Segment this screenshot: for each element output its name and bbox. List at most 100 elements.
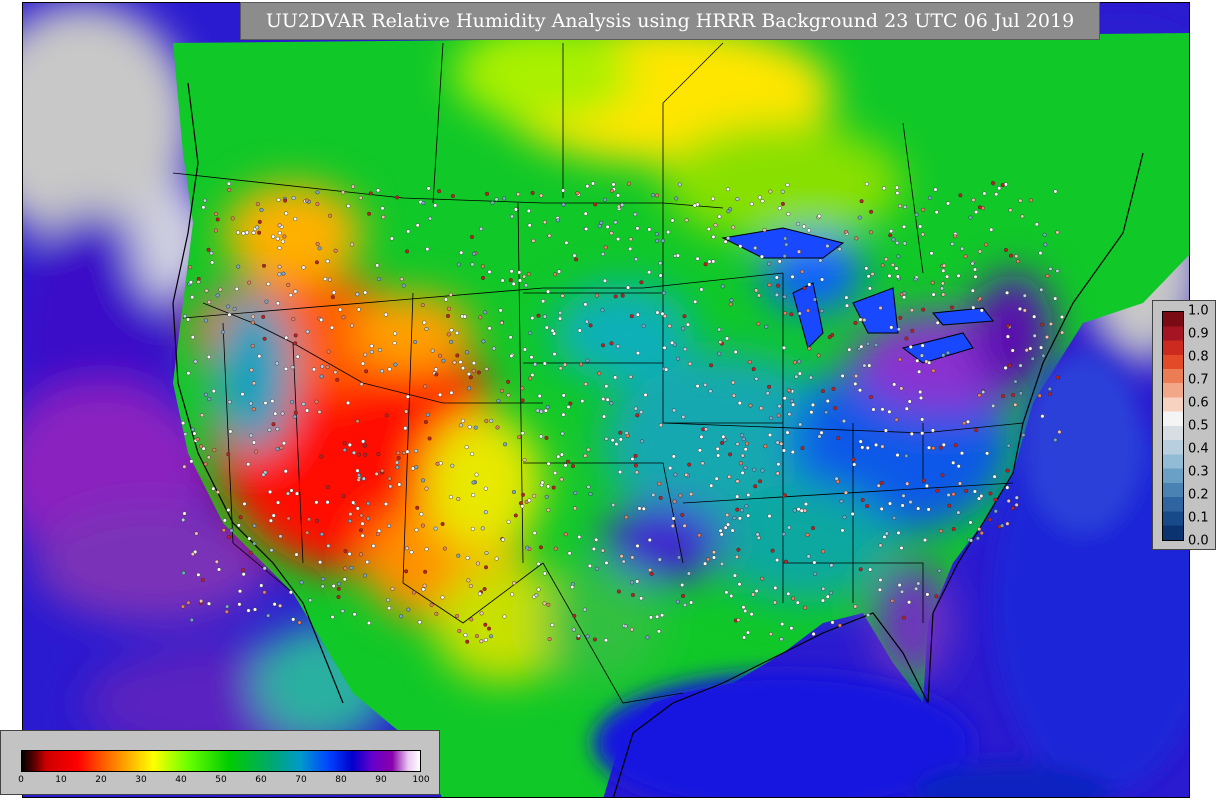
observation-dot — [842, 419, 847, 424]
observation-dot — [725, 513, 730, 518]
observation-dot — [805, 532, 810, 537]
observation-dot — [541, 299, 546, 304]
observation-dot — [189, 618, 194, 623]
observation-dot — [227, 312, 232, 317]
observation-dot — [293, 341, 298, 346]
observation-dot — [352, 450, 357, 455]
observation-dot — [816, 353, 821, 358]
observation-dot — [858, 567, 863, 572]
observation-dot — [462, 314, 467, 319]
observation-dot — [729, 594, 734, 599]
observation-dot — [681, 326, 686, 331]
observation-dot — [434, 611, 439, 616]
observation-dot — [892, 382, 897, 387]
observation-dot — [386, 598, 391, 603]
rh-tick-label: 20 — [95, 775, 107, 785]
observation-dot — [879, 480, 884, 485]
increment-tick-label: 0.7 — [1188, 372, 1209, 388]
observation-dot — [485, 191, 490, 196]
observation-dot — [767, 261, 772, 266]
observation-dot — [752, 467, 757, 472]
observation-dot — [584, 226, 589, 231]
observation-dot — [925, 592, 930, 597]
observation-dot — [564, 240, 569, 245]
observation-dot — [601, 343, 606, 348]
observation-dot — [222, 518, 227, 523]
observation-dot — [697, 448, 702, 453]
observation-dot — [355, 468, 360, 473]
observation-dot — [737, 401, 742, 406]
observation-dot — [878, 578, 883, 583]
observation-dot — [396, 456, 401, 461]
observation-dot — [897, 357, 902, 362]
observation-dot — [271, 422, 276, 427]
observation-dot — [594, 293, 599, 298]
observation-dot — [547, 233, 552, 238]
observation-dot — [433, 526, 438, 531]
observation-dot — [941, 268, 946, 273]
observation-dot — [293, 410, 298, 415]
observation-dot — [884, 531, 889, 536]
observation-dot — [641, 506, 646, 511]
observation-dot — [478, 315, 483, 320]
observation-dot — [277, 231, 282, 236]
observation-dot — [224, 609, 229, 614]
observation-dot — [583, 302, 588, 307]
observation-dot — [791, 402, 796, 407]
observation-dot — [346, 400, 351, 405]
observation-dot — [572, 613, 577, 618]
observation-dot — [278, 603, 283, 608]
observation-dot — [355, 506, 360, 511]
rh-tick-label: 60 — [255, 775, 267, 785]
observation-dot — [286, 516, 291, 521]
observation-dot — [953, 234, 958, 239]
observation-dot — [533, 362, 538, 367]
observation-dot — [777, 404, 782, 409]
observation-dot — [532, 493, 537, 498]
observation-dot — [972, 489, 977, 494]
observation-dot — [414, 448, 419, 453]
observation-dot — [639, 280, 644, 285]
observation-dot — [342, 577, 347, 582]
observation-dot — [736, 547, 741, 552]
observation-dot — [502, 614, 507, 619]
observation-dot — [966, 419, 971, 424]
observation-dot — [456, 553, 461, 558]
observation-dot — [792, 360, 797, 365]
observation-dot — [931, 292, 936, 297]
observation-dot — [291, 317, 296, 322]
observation-dot — [389, 236, 394, 241]
observation-dot — [867, 286, 872, 291]
observation-dot — [946, 201, 951, 206]
observation-dot — [423, 384, 428, 389]
observation-dot — [731, 380, 736, 385]
observation-dot — [640, 439, 645, 444]
observation-dot — [708, 389, 713, 394]
observation-dot — [492, 346, 497, 351]
observation-dot — [551, 485, 556, 490]
observation-dot — [305, 408, 310, 413]
observation-dot — [993, 509, 998, 514]
observation-dot — [182, 464, 187, 469]
observation-dot — [487, 326, 492, 331]
increment-tick-label: 0.5 — [1188, 418, 1209, 434]
observation-dot — [226, 304, 231, 309]
observation-dot — [666, 230, 671, 235]
increment-tick-label: 0.9 — [1188, 326, 1209, 342]
observation-dot — [537, 394, 542, 399]
observation-dot — [180, 604, 185, 609]
observation-dot — [734, 554, 739, 559]
observation-dot — [924, 483, 929, 488]
observation-dot — [341, 190, 346, 195]
observation-dot — [494, 197, 499, 202]
observation-dot — [319, 317, 324, 322]
observation-dot — [720, 284, 725, 289]
observation-dot — [817, 434, 822, 439]
observation-dot — [463, 633, 468, 638]
observation-dot — [833, 406, 838, 411]
observation-dot — [672, 408, 677, 413]
observation-dot — [1039, 345, 1044, 350]
observation-dot — [719, 532, 724, 537]
observation-dot — [498, 308, 503, 313]
observation-dot — [261, 472, 266, 477]
